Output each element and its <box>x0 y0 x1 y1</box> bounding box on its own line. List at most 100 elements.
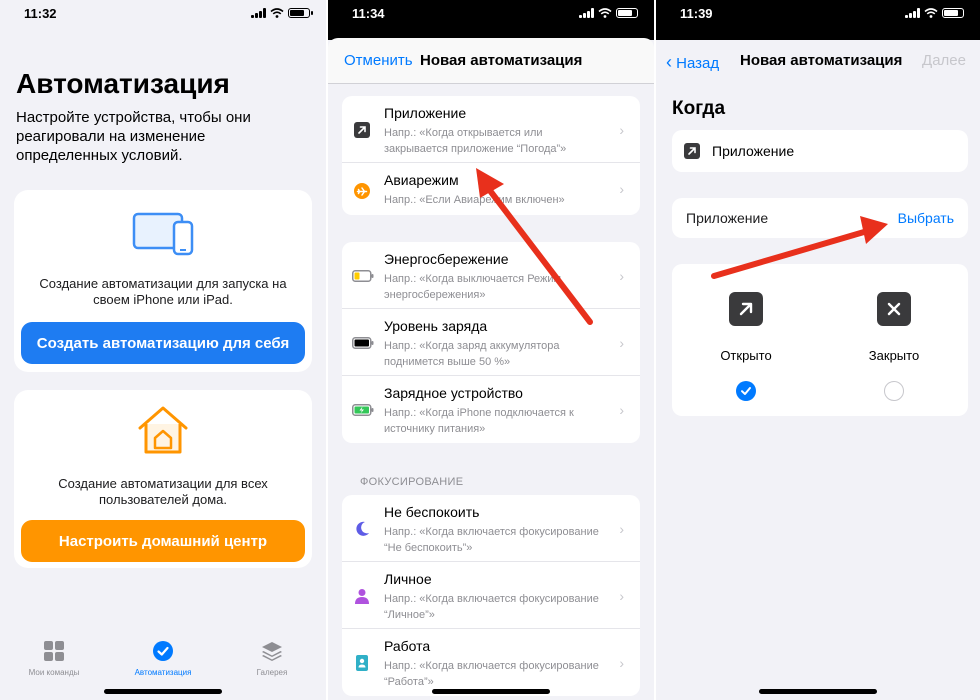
wifi-icon <box>270 8 284 18</box>
signal-icon <box>579 8 594 18</box>
status-icons <box>579 8 641 18</box>
row-subtitle: Напр.: «Когда включается фокусирование “… <box>384 526 599 554</box>
status-icons <box>251 8 313 18</box>
signal-icon <box>905 8 920 18</box>
status-bar: 11:34 <box>328 0 654 40</box>
tab-label: Мои команды <box>28 668 80 677</box>
person-icon <box>355 589 369 604</box>
row-subtitle: Напр.: «Когда включается фокусирование “… <box>384 593 599 621</box>
chevron-right-icon: › <box>619 402 624 418</box>
wifi-icon <box>598 8 612 18</box>
trigger-group-app: Приложение Напр.: «Когда открывается или… <box>342 96 640 215</box>
low-power-battery-icon <box>352 270 374 282</box>
row-title: Авиарежим <box>384 172 459 188</box>
row-title: Не беспокоить <box>384 504 480 520</box>
trigger-group-power: Энергосбережение Напр.: «Когда выключает… <box>342 242 640 443</box>
app-selector-label: Приложение <box>686 210 769 226</box>
app-selector-row: Приложение Выбрать <box>672 198 968 238</box>
nav-title: Новая автоматизация <box>740 52 903 69</box>
page-title: Автоматизация <box>16 68 230 99</box>
devices-icon <box>132 212 194 256</box>
status-bar: 11:32 <box>0 0 326 26</box>
row-subtitle: Напр.: «Когда открывается или закрываетс… <box>384 127 567 155</box>
tab-bar: Мои команды Автоматизация Галерея <box>0 640 326 680</box>
status-time: 11:32 <box>24 6 57 21</box>
chevron-left-icon: ‹ <box>666 52 672 72</box>
back-label: Назад <box>676 55 720 72</box>
row-title: Работа <box>384 638 431 654</box>
trigger-row-work[interactable]: Работа Напр.: «Когда включается фокусиро… <box>342 629 640 696</box>
checkmark-circle-icon[interactable] <box>736 381 756 401</box>
option-opened[interactable]: Открыто <box>686 292 806 401</box>
option-label: Закрыто <box>868 348 920 363</box>
trigger-label: Приложение <box>712 143 795 159</box>
empty-circle-icon[interactable] <box>884 381 904 401</box>
tab-label: Галерея <box>256 668 288 677</box>
chevron-right-icon: › <box>619 521 624 537</box>
row-subtitle: Напр.: «Когда заряд аккумулятора подниме… <box>384 340 560 368</box>
option-label: Открыто <box>720 348 772 363</box>
layers-icon <box>262 642 282 661</box>
trigger-row-battery-level[interactable]: Уровень заряда Напр.: «Когда заряд аккум… <box>342 309 640 376</box>
home-automation-text: Создание автоматизации для всех пользова… <box>58 476 268 507</box>
open-close-selector: Открыто Закрыто <box>672 264 968 416</box>
row-subtitle: Напр.: «Когда iPhone подключается к исто… <box>384 407 574 435</box>
automation-screen: 11:32 Автоматизация Настройте устройства… <box>0 0 326 700</box>
personal-automation-card: Создание автоматизации для запуска на св… <box>14 190 312 372</box>
choose-app-button[interactable]: Выбрать <box>898 210 954 226</box>
moon-icon <box>356 521 369 536</box>
app-trigger-screen: 11:39 ‹ Назад Новая автоматизация Далее … <box>656 0 980 700</box>
cancel-button[interactable]: Отменить <box>344 52 413 69</box>
trigger-row-app[interactable]: Приложение Напр.: «Когда открывается или… <box>342 96 640 163</box>
status-time: 11:34 <box>352 6 385 21</box>
status-bar: 11:39 <box>656 0 980 40</box>
setup-home-hub-button[interactable]: Настроить домашний центр <box>21 520 305 562</box>
trigger-group-focus: Не беспокоить Напр.: «Когда включается ф… <box>342 495 640 696</box>
row-title: Приложение <box>384 105 467 121</box>
chevron-right-icon: › <box>619 181 624 197</box>
create-personal-automation-button[interactable]: Создать автоматизацию для себя <box>21 322 305 364</box>
app-arrow-icon <box>684 143 700 159</box>
chevron-right-icon: › <box>619 335 624 351</box>
row-title: Энергосбережение <box>384 251 509 267</box>
trigger-row-low-power[interactable]: Энергосбережение Напр.: «Когда выключает… <box>342 242 640 309</box>
row-title: Уровень заряда <box>384 318 488 334</box>
home-automation-card: Создание автоматизации для всех пользова… <box>14 390 312 568</box>
nav-title: Новая автоматизация <box>420 52 583 69</box>
grid-icon <box>44 641 64 661</box>
back-button[interactable]: ‹ Назад <box>666 52 719 73</box>
nav-bar: ‹ Назад Новая автоматизация Далее <box>656 38 980 84</box>
trigger-row-personal[interactable]: Личное Напр.: «Когда включается фокусиро… <box>342 562 640 629</box>
tab-label: Автоматизация <box>134 668 192 677</box>
tab-automation[interactable]: Автоматизация <box>113 640 213 677</box>
close-x-icon <box>877 292 911 326</box>
charging-battery-icon <box>352 404 374 416</box>
wifi-icon <box>924 8 938 18</box>
battery-status-icon <box>942 8 967 18</box>
chevron-right-icon: › <box>619 655 624 671</box>
tab-my-shortcuts[interactable]: Мои команды <box>4 640 104 677</box>
row-title: Личное <box>384 571 432 587</box>
battery-icon <box>352 337 374 349</box>
app-arrow-icon <box>354 122 370 138</box>
airplane-icon <box>354 183 370 199</box>
home-indicator <box>432 689 550 694</box>
nav-bar: Отменить Новая автоматизация <box>328 38 654 84</box>
option-closed[interactable]: Закрыто <box>834 292 954 401</box>
trigger-row-dnd[interactable]: Не беспокоить Напр.: «Когда включается ф… <box>342 495 640 562</box>
trigger-row-charger[interactable]: Зарядное устройство Напр.: «Когда iPhone… <box>342 376 640 443</box>
row-subtitle: Напр.: «Если Авиарежим включен» <box>384 194 565 206</box>
checkmark-clock-icon <box>153 641 173 661</box>
open-arrow-icon <box>729 292 763 326</box>
home-icon <box>138 406 188 454</box>
trigger-summary: Приложение <box>672 130 968 172</box>
tab-gallery[interactable]: Галерея <box>222 640 322 677</box>
chevron-right-icon: › <box>619 122 624 138</box>
personal-automation-text: Создание автоматизации для запуска на св… <box>39 276 287 307</box>
trigger-row-airplane[interactable]: Авиарежим Напр.: «Если Авиарежим включен… <box>342 163 640 215</box>
chevron-right-icon: › <box>619 588 624 604</box>
chevron-right-icon: › <box>619 268 624 284</box>
next-button[interactable]: Далее <box>922 52 966 69</box>
row-subtitle: Напр.: «Когда выключается Режим энергосб… <box>384 273 562 301</box>
battery-status-icon <box>288 8 313 18</box>
